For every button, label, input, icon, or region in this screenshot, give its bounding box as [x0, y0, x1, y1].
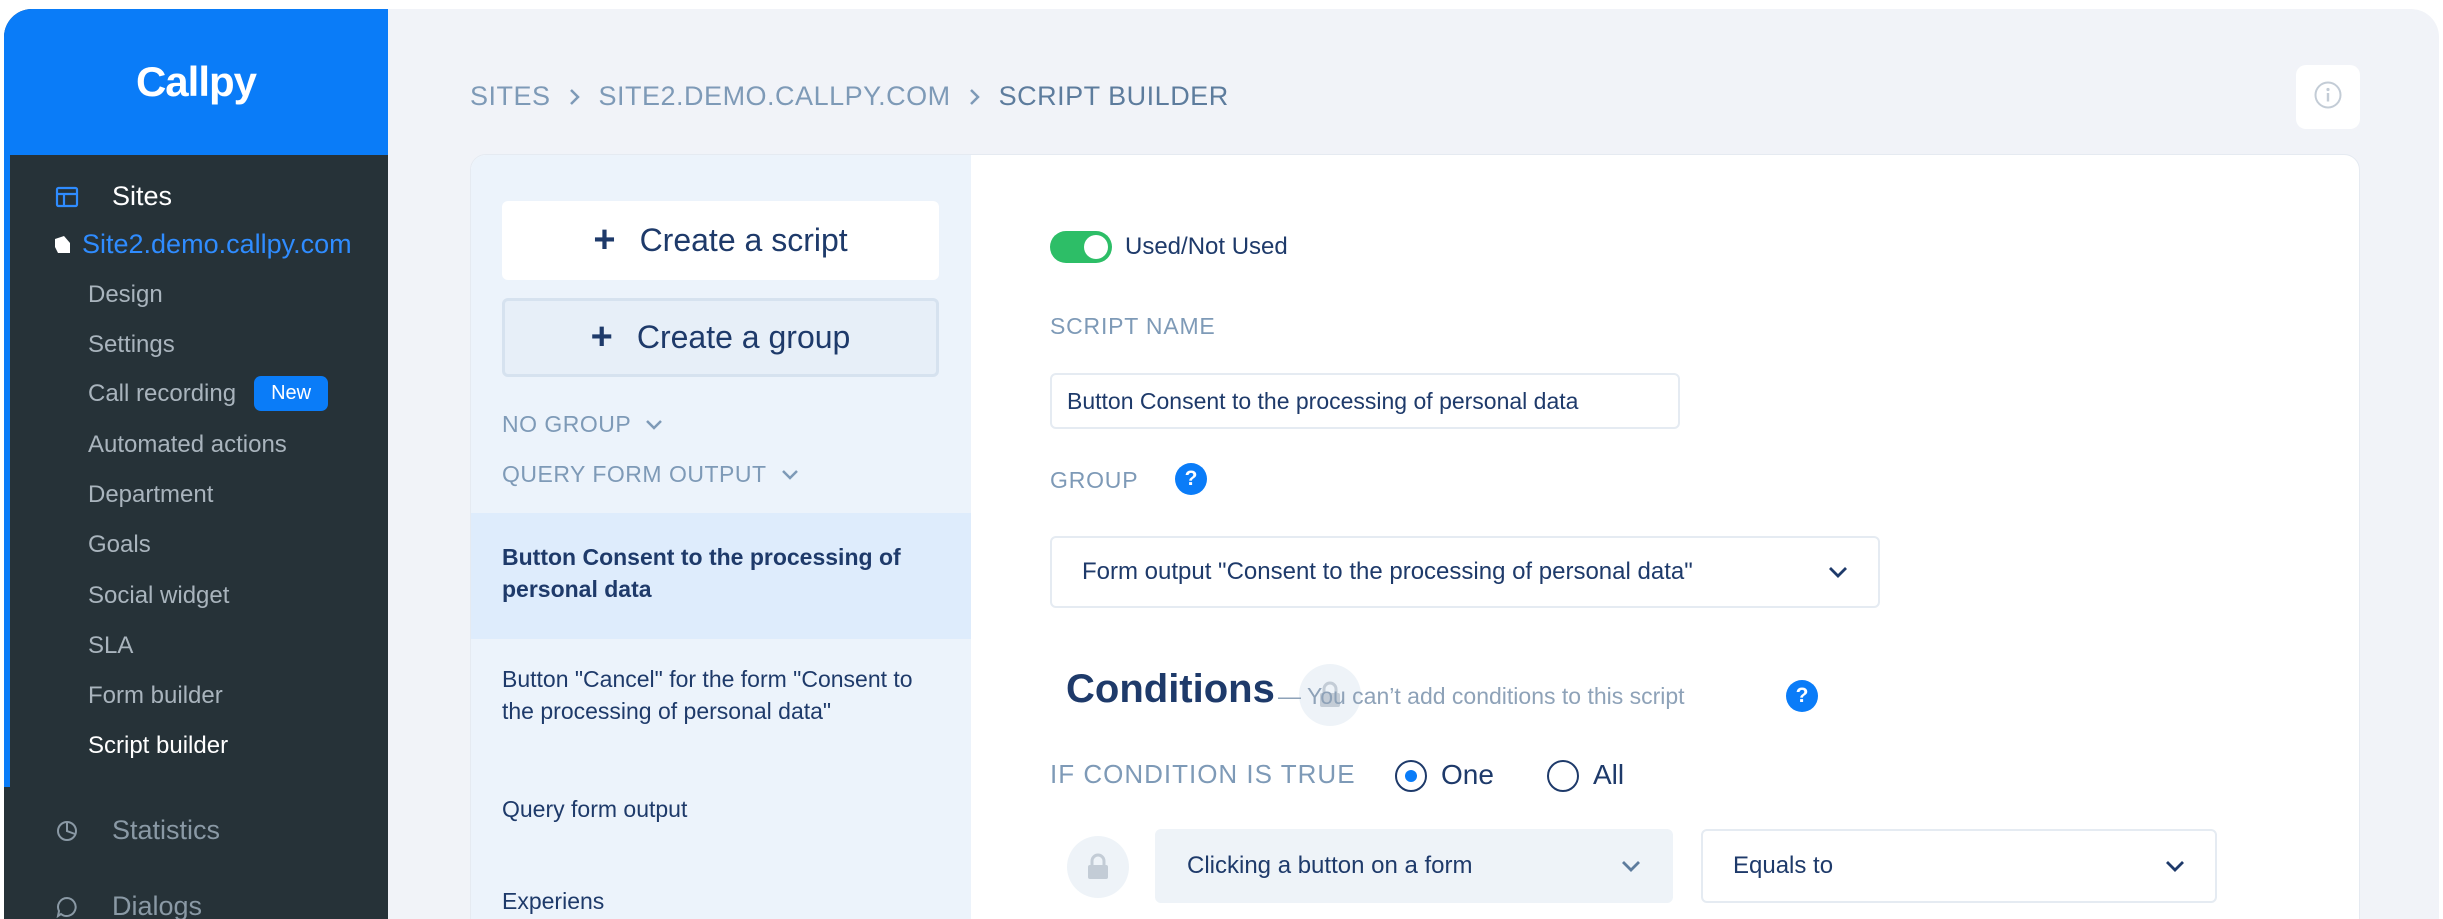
sidebar-item-form-builder[interactable]: Form builder	[88, 682, 223, 710]
create-group-label: Create a group	[636, 319, 851, 355]
sidebar-item-label: Social widget	[88, 582, 230, 609]
script-editor: Used/Not Used SCRIPT NAME Button Consent…	[971, 155, 2359, 919]
radio-all[interactable]	[1547, 760, 1579, 792]
scripts-list-panel: + Create a script + Create a group NO GR…	[471, 155, 971, 919]
bookmark-icon	[52, 235, 72, 255]
sidebar-item-label: Call recording	[88, 379, 237, 407]
chevron-right-icon	[969, 88, 981, 106]
sidebar-item-label: Design	[88, 281, 163, 308]
sidebar-item-label: Script builder	[88, 732, 229, 759]
callpy-logo: Callpy	[135, 58, 257, 105]
script-list-item[interactable]: Query form output	[471, 793, 971, 825]
breadcrumb: SITES SITE2.DEMO.CALLPY.COM SCRIPT BUILD…	[470, 81, 1229, 112]
script-list-item-label: Button "Cancel" for the form "Consent to…	[502, 666, 913, 724]
logo-area[interactable]: Callpy	[4, 9, 388, 155]
group-select[interactable]: Form output "Consent to the processing o…	[1050, 536, 1880, 608]
radio-one[interactable]	[1395, 760, 1427, 792]
sidebar-item-design[interactable]: Design	[88, 281, 163, 309]
condition-type-select[interactable]: Clicking a button on a form	[1155, 829, 1673, 903]
used-toggle[interactable]	[1050, 231, 1112, 263]
sidebar-item-label: Dialogs	[112, 891, 203, 919]
plus-icon: +	[590, 316, 613, 358]
script-name-value: Button Consent to the processing of pers…	[1067, 387, 1579, 414]
group-label: NO GROUP	[502, 411, 632, 437]
app-window: Callpy Sites Site2.demo.callpy.com Desig…	[4, 9, 2439, 919]
help-icon[interactable]: ?	[1175, 463, 1207, 495]
group-toggle-no-group[interactable]: NO GROUP	[502, 411, 663, 438]
create-script-label: Create a script	[639, 222, 848, 258]
breadcrumb-item-site[interactable]: SITE2.DEMO.CALLPY.COM	[599, 81, 951, 112]
sidebar-item-sites[interactable]: Sites	[54, 181, 172, 212]
script-name-label: SCRIPT NAME	[1050, 313, 1216, 339]
script-list-item[interactable]: Button Consent to the processing of pers…	[471, 513, 971, 639]
radio-all-label[interactable]: All	[1593, 759, 1624, 791]
script-list-item-label: Query form output	[502, 796, 688, 822]
chevron-down-icon	[2165, 852, 2185, 880]
chat-bubble-icon	[54, 894, 80, 919]
chevron-right-icon	[569, 88, 581, 106]
sidebar-item-dialogs[interactable]: Dialogs	[54, 891, 202, 919]
chevron-down-icon	[1621, 852, 1641, 880]
sidebar-item-current-site[interactable]: Site2.demo.callpy.com	[52, 229, 352, 260]
breadcrumb-item-sites[interactable]: SITES	[470, 81, 551, 112]
condition-type-value: Clicking a button on a form	[1187, 852, 1473, 879]
site-name: Site2.demo.callpy.com	[82, 229, 352, 259]
sidebar: Callpy Sites Site2.demo.callpy.com Desig…	[4, 9, 388, 919]
create-script-button[interactable]: + Create a script	[502, 201, 939, 280]
toggle-label: Used/Not Used	[1125, 233, 1288, 260]
create-group-button[interactable]: + Create a group	[502, 298, 939, 377]
layout-icon	[54, 184, 80, 210]
group-select-value: Form output "Consent to the processing o…	[1082, 558, 1693, 585]
sidebar-item-label: Form builder	[88, 682, 223, 709]
sidebar-item-script-builder[interactable]: Script builder	[88, 732, 228, 760]
script-list-item-label: Button Consent to the processing of pers…	[502, 544, 901, 602]
toggle-knob	[1084, 235, 1108, 259]
sidebar-item-call-recording[interactable]: Call recording New	[88, 376, 329, 411]
sidebar-item-department[interactable]: Department	[88, 481, 213, 509]
sidebar-item-goals[interactable]: Goals	[88, 531, 151, 559]
new-badge: New	[254, 376, 329, 411]
info-button[interactable]	[2296, 65, 2360, 129]
sidebar-item-statistics[interactable]: Statistics	[54, 815, 220, 846]
sidebar-item-sla[interactable]: SLA	[88, 632, 133, 660]
sidebar-item-label: Sites	[112, 181, 173, 211]
pie-chart-icon	[54, 818, 80, 844]
active-section-accent	[4, 155, 10, 787]
script-builder-panel: + Create a script + Create a group NO GR…	[470, 154, 2360, 919]
sidebar-item-label: Settings	[88, 331, 175, 358]
sidebar-item-settings[interactable]: Settings	[88, 331, 175, 359]
sidebar-item-label: Department	[88, 481, 214, 508]
sidebar-item-label: Goals	[88, 531, 151, 558]
chevron-down-icon	[781, 469, 799, 481]
info-icon	[2313, 80, 2343, 115]
sidebar-item-label: SLA	[88, 632, 134, 659]
help-icon[interactable]: ?	[1786, 680, 1818, 712]
condition-operator-select[interactable]: Equals to	[1701, 829, 2217, 903]
breadcrumb-item-current: SCRIPT BUILDER	[998, 81, 1229, 111]
conditions-title: Conditions	[1066, 667, 1275, 711]
group-label: QUERY FORM OUTPUT	[502, 461, 767, 487]
if-condition-label: IF CONDITION IS TRUE	[1050, 759, 1356, 789]
script-list-item-label: Experiens	[502, 888, 605, 914]
sidebar-item-automated-actions[interactable]: Automated actions	[88, 431, 287, 459]
group-label: GROUP	[1050, 467, 1139, 493]
sidebar-item-social-widget[interactable]: Social widget	[88, 582, 229, 610]
plus-icon: +	[593, 219, 616, 261]
chevron-down-icon	[1828, 558, 1848, 586]
condition-operator-value: Equals to	[1733, 852, 1834, 879]
script-name-input[interactable]: Button Consent to the processing of pers…	[1050, 373, 1680, 429]
radio-one-label[interactable]: One	[1441, 759, 1494, 791]
script-list-item[interactable]: Experiens	[471, 885, 971, 917]
main-content: SITES SITE2.DEMO.CALLPY.COM SCRIPT BUILD…	[388, 9, 2439, 919]
script-list-item[interactable]: Button "Cancel" for the form "Consent to…	[471, 663, 971, 727]
sidebar-item-label: Statistics	[112, 815, 221, 845]
chevron-down-icon	[645, 419, 663, 431]
radio-selected-dot	[1405, 770, 1417, 782]
sidebar-item-label: Automated actions	[88, 431, 287, 458]
lock-icon	[1067, 836, 1129, 898]
conditions-hint: — You can’t add conditions to this scrip…	[1278, 683, 1685, 709]
group-toggle-query-form-output[interactable]: QUERY FORM OUTPUT	[502, 461, 799, 488]
